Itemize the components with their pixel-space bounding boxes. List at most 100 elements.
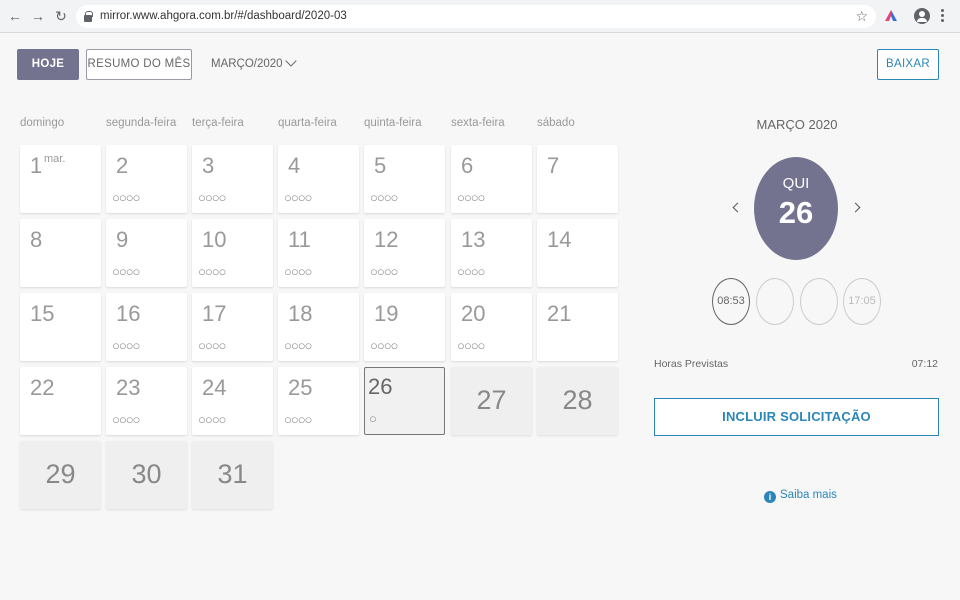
month-select[interactable]: MARÇO/2020 <box>211 49 283 80</box>
day-number: 4 <box>288 153 301 178</box>
saiba-mais-link[interactable]: i Saiba mais <box>764 488 837 503</box>
day-number: 23 <box>116 375 141 400</box>
day-number: 18 <box>288 301 313 326</box>
punch-markers: ○○○○ <box>284 412 312 427</box>
horas-previstas-label: Horas Previstas <box>654 358 729 370</box>
day-number: 22 <box>30 375 55 400</box>
day-number: 13 <box>461 227 486 252</box>
punch-markers: ○○○○ <box>457 338 485 353</box>
calendar-day[interactable]: 12 ○○○○ <box>364 219 445 287</box>
calendar-day[interactable]: 3 ○○○○ <box>192 145 273 213</box>
calendar-day[interactable]: 5 ○○○○ <box>364 145 445 213</box>
calendar-day[interactable]: 7 <box>537 145 618 213</box>
day-number: 3 <box>202 153 215 178</box>
day-number: 2 <box>116 153 129 178</box>
reload-icon[interactable]: ↻ <box>53 8 69 24</box>
day-number: 10 <box>202 227 227 252</box>
info-icon: i <box>764 491 776 503</box>
day-number: 20 <box>461 301 486 326</box>
day-number: 15 <box>30 301 55 326</box>
day-number: 17 <box>202 301 227 326</box>
calendar-day[interactable]: 18 ○○○○ <box>278 293 359 361</box>
calendar-day[interactable]: 27 <box>451 367 532 435</box>
punch-slot-2[interactable] <box>756 278 794 325</box>
punch-markers: ○○○○ <box>112 338 140 353</box>
hoje-button[interactable]: HOJE <box>17 49 79 80</box>
punch-slot-4[interactable]: 17:05 <box>843 278 881 325</box>
calendar-day[interactable]: 20 ○○○○ <box>451 293 532 361</box>
month-abbrev: mar. <box>44 153 66 165</box>
calendar-day[interactable]: 10 ○○○○ <box>192 219 273 287</box>
punch-markers: ○○○○ <box>370 264 398 279</box>
day-number: 6 <box>461 153 474 178</box>
day-number: 25 <box>288 375 313 400</box>
day-number: 7 <box>547 153 560 178</box>
calendar-day[interactable]: 1 mar. <box>20 145 101 213</box>
calendar-day[interactable]: 16 ○○○○ <box>106 293 187 361</box>
incluir-solicitacao-button[interactable]: INCLUIR SOLICITAÇÃO <box>654 398 939 436</box>
calendar-day-today[interactable]: 26 ○ <box>364 367 445 435</box>
calendar-day[interactable]: 19 ○○○○ <box>364 293 445 361</box>
calendar-day[interactable]: 30 <box>106 441 187 509</box>
day-number: 8 <box>30 227 43 252</box>
weekday-header: quarta-feira <box>278 117 337 129</box>
punch-markers: ○○○○ <box>112 190 140 205</box>
calendar-day[interactable]: 9 ○○○○ <box>106 219 187 287</box>
saiba-mais-label[interactable]: Saiba mais <box>780 489 837 501</box>
calendar-day[interactable]: 4 ○○○○ <box>278 145 359 213</box>
forward-icon[interactable]: → <box>30 8 46 24</box>
punch-markers: ○○○○ <box>370 190 398 205</box>
day-number: 29 <box>45 459 76 489</box>
address-bar[interactable]: mirror.www.ahgora.com.br/#/dashboard/202… <box>76 5 876 28</box>
punch-markers: ○○○○ <box>284 264 312 279</box>
calendar-day[interactable]: 24 ○○○○ <box>192 367 273 435</box>
day-number: 19 <box>374 301 399 326</box>
calendar-day[interactable]: 14 <box>537 219 618 287</box>
calendar-day[interactable]: 28 <box>537 367 618 435</box>
day-number: 31 <box>217 459 248 489</box>
day-number: 16 <box>116 301 141 326</box>
resumo-mes-button[interactable]: RESUMO DO MÊS <box>86 49 192 80</box>
weekday-header: sábado <box>537 117 575 129</box>
calendar-day[interactable]: 2 ○○○○ <box>106 145 187 213</box>
selected-day-number: 26 <box>778 195 814 230</box>
weekday-header: segunda-feira <box>106 117 177 129</box>
day-number: 30 <box>131 459 162 489</box>
calendar-day[interactable]: 8 <box>20 219 101 287</box>
calendar-day[interactable]: 31 <box>192 441 273 509</box>
punch-markers: ○○○○ <box>370 338 398 353</box>
calendar-day[interactable]: 21 <box>537 293 618 361</box>
day-number: 27 <box>476 385 507 415</box>
calendar-day[interactable]: 25 ○○○○ <box>278 367 359 435</box>
calendar-day[interactable]: 15 <box>20 293 101 361</box>
weekday-header: terça-feira <box>192 117 244 129</box>
day-number: 9 <box>116 227 129 252</box>
back-icon[interactable]: ← <box>7 8 23 24</box>
punch-markers: ○○○○ <box>198 264 226 279</box>
calendar-day[interactable]: 6 ○○○○ <box>451 145 532 213</box>
next-day-icon[interactable] <box>850 202 861 213</box>
calendar-day[interactable]: 11 ○○○○ <box>278 219 359 287</box>
punch-slot-1[interactable]: 08:53 <box>712 278 750 325</box>
punch-markers: ○○○○ <box>112 264 140 279</box>
calendar-day[interactable]: 22 <box>20 367 101 435</box>
profile-icon[interactable] <box>914 8 930 24</box>
punch-markers: ○○○○ <box>198 190 226 205</box>
weekday-header: domingo <box>20 117 65 129</box>
calendar-day[interactable]: 17 ○○○○ <box>192 293 273 361</box>
weekday-header: quinta-feira <box>364 117 422 129</box>
day-number: 12 <box>374 227 399 252</box>
url-text[interactable]: mirror.www.ahgora.com.br/#/dashboard/202… <box>100 5 347 28</box>
calendar-day[interactable]: 23 ○○○○ <box>106 367 187 435</box>
bookmark-star-icon[interactable]: ☆ <box>855 8 868 25</box>
chevron-down-icon[interactable] <box>285 55 297 67</box>
previous-day-icon[interactable] <box>732 202 743 213</box>
punch-markers: ○○○○ <box>457 264 485 279</box>
baixar-button[interactable]: BAIXAR <box>877 49 939 80</box>
day-number: 28 <box>562 385 593 415</box>
punch-slot-3[interactable] <box>800 278 838 325</box>
calendar-day[interactable]: 29 <box>20 441 101 509</box>
browser-menu-icon[interactable] <box>940 8 944 24</box>
extension-icon[interactable] <box>884 9 898 23</box>
calendar-day[interactable]: 13 ○○○○ <box>451 219 532 287</box>
